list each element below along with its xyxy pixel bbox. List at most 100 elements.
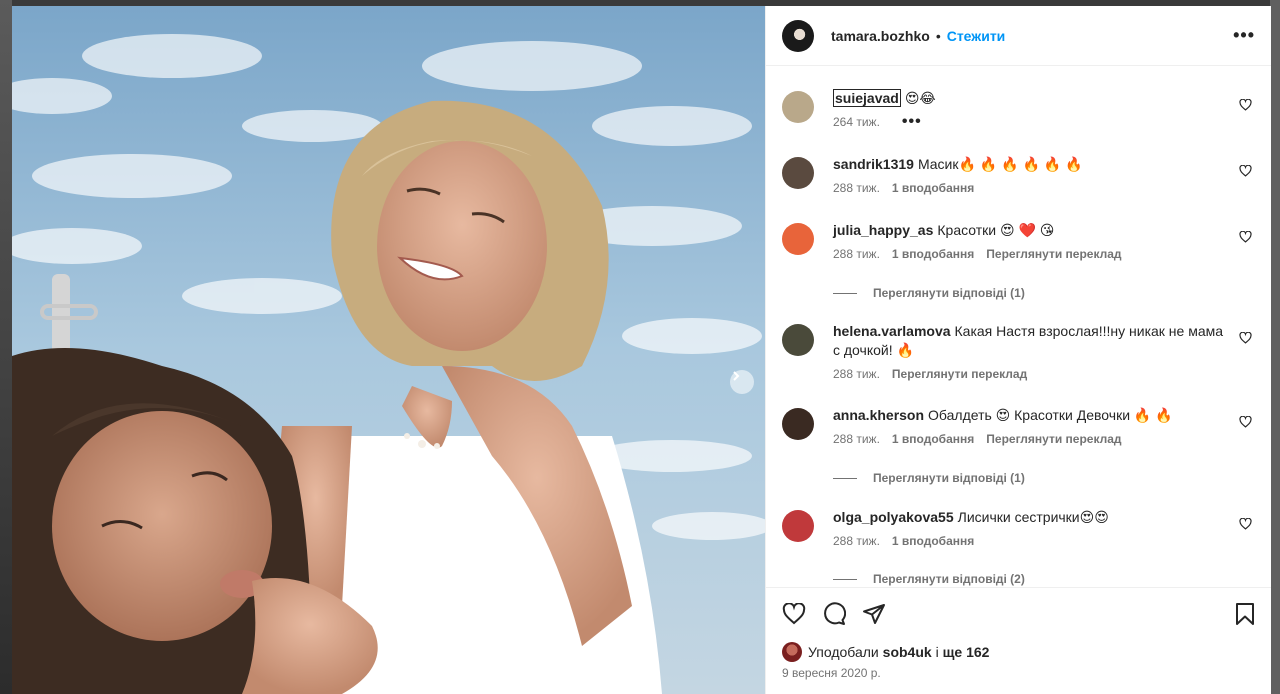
comment-time[interactable]: 288 тиж. xyxy=(833,247,880,261)
comment-text: anna.kherson Обалдеть 😍 Красотки Девочки … xyxy=(833,406,1233,425)
replies-label: Переглянути відповіді (1) xyxy=(873,471,1025,485)
replies-label: Переглянути відповіді (1) xyxy=(873,286,1025,300)
comment-button[interactable] xyxy=(822,602,846,626)
comment-body: anna.kherson Обалдеть 😍 Красотки Девочки … xyxy=(833,406,1233,446)
comments-list: suiejavad 😍😂 264 тиж. ••• sandrik1319 Маси xyxy=(766,66,1271,587)
commenter-avatar[interactable] xyxy=(782,157,814,189)
post-photo xyxy=(12,6,765,694)
comments-panel: tamara.bozhko • Стежити ••• suiejavad 😍😂 … xyxy=(765,6,1271,694)
view-replies-button[interactable]: Переглянути відповіді (2) xyxy=(833,572,1025,586)
comment-item: suiejavad 😍😂 264 тиж. ••• xyxy=(782,89,1256,130)
replies-divider xyxy=(833,477,857,479)
comment-content: Лисички сестрички😍😍 xyxy=(957,509,1109,525)
comment-time[interactable]: 264 тиж. xyxy=(833,115,880,129)
photo-illustration xyxy=(12,6,765,694)
replies-divider xyxy=(833,292,857,294)
save-button[interactable] xyxy=(1235,602,1255,626)
commenter-avatar[interactable] xyxy=(782,324,814,356)
commenter-avatar[interactable] xyxy=(782,510,814,542)
comment-content: Обалдеть 😍 Красотки Девочки 🔥 🔥 xyxy=(928,407,1173,423)
comment-text: helena.varlamova Какая Настя взрослая!!!н… xyxy=(833,322,1233,360)
comment-meta: 264 тиж. ••• xyxy=(833,114,1233,130)
commenter-avatar[interactable] xyxy=(782,223,814,255)
comment-item: anna.kherson Обалдеть 😍 Красотки Девочки … xyxy=(782,406,1256,446)
liker-avatar[interactable] xyxy=(782,642,802,662)
comment-meta: 288 тиж. 1 вподобання xyxy=(833,534,1233,548)
translate-button[interactable]: Переглянути переклад xyxy=(986,432,1121,446)
comment-time[interactable]: 288 тиж. xyxy=(833,432,880,446)
heart-icon[interactable] xyxy=(1239,99,1252,111)
like-button[interactable] xyxy=(782,603,806,625)
backdrop-right-strip xyxy=(1270,0,1280,694)
commenter-username[interactable]: helena.varlamova xyxy=(833,323,951,339)
commenter-username[interactable]: julia_happy_as xyxy=(833,222,933,238)
comment-meta: 288 тиж. 1 вподобання Переглянути перекл… xyxy=(833,247,1233,261)
comment-likes[interactable]: 1 вподобання xyxy=(892,432,974,446)
comment-content: 😍😂 xyxy=(904,90,936,106)
comment-meta: 288 тиж. 1 вподобання xyxy=(833,181,1233,195)
share-button[interactable] xyxy=(862,602,886,626)
commenter-avatar[interactable] xyxy=(782,91,814,123)
chevron-right-icon xyxy=(733,371,740,381)
comment-item: sandrik1319 Масик🔥 🔥 🔥 🔥 🔥 🔥 288 тиж. 1 в… xyxy=(782,155,1256,195)
commenter-avatar[interactable] xyxy=(782,408,814,440)
replies-label: Переглянути відповіді (2) xyxy=(873,572,1025,586)
comment-body: olga_polyakova55 Лисички сестрички😍😍 288 … xyxy=(833,508,1233,548)
heart-icon[interactable] xyxy=(1239,416,1252,428)
comment-meta: 288 тиж. 1 вподобання Переглянути перекл… xyxy=(833,432,1233,446)
comment-body: suiejavad 😍😂 264 тиж. ••• xyxy=(833,89,1233,130)
commenter-username[interactable]: anna.kherson xyxy=(833,407,924,423)
comment-likes[interactable]: 1 вподобання xyxy=(892,247,974,261)
backdrop-left-strip xyxy=(0,0,12,694)
post-modal: tamara.bozhko • Стежити ••• suiejavad 😍😂 … xyxy=(12,6,1271,694)
heart-icon[interactable] xyxy=(1239,332,1252,344)
likes-prefix: Уподобали xyxy=(808,644,879,660)
comment-text: olga_polyakova55 Лисички сестрички😍😍 xyxy=(833,508,1233,527)
commenter-username[interactable]: olga_polyakova55 xyxy=(833,509,954,525)
author-avatar[interactable] xyxy=(782,19,814,52)
heart-icon xyxy=(782,603,806,625)
comment-likes[interactable]: 1 вподобання xyxy=(892,181,974,195)
post-header: tamara.bozhko • Стежити ••• xyxy=(766,6,1271,66)
view-replies-button[interactable]: Переглянути відповіді (1) xyxy=(833,286,1025,300)
translate-button[interactable]: Переглянути переклад xyxy=(986,247,1121,261)
follow-button[interactable]: Стежити xyxy=(947,28,1006,44)
comment-time[interactable]: 288 тиж. xyxy=(833,181,880,195)
comment-more-button[interactable]: ••• xyxy=(902,114,922,130)
comment-meta: 288 тиж. Переглянути переклад xyxy=(833,367,1233,381)
post-date[interactable]: 9 вересня 2020 р. xyxy=(766,664,1271,694)
comment-body: helena.varlamova Какая Настя взрослая!!!н… xyxy=(833,322,1233,381)
commenter-username[interactable]: sandrik1319 xyxy=(833,156,914,172)
translate-button[interactable]: Переглянути переклад xyxy=(892,367,1027,381)
post-actions xyxy=(766,587,1271,640)
comment-text: sandrik1319 Масик🔥 🔥 🔥 🔥 🔥 🔥 xyxy=(833,155,1233,174)
heart-icon[interactable] xyxy=(1239,518,1252,530)
liker-username[interactable]: sob4uk xyxy=(883,644,932,660)
bookmark-icon xyxy=(1236,603,1254,625)
likes-summary: Уподобали sob4uk і ще 162 xyxy=(766,640,1271,664)
comment-content: Масик🔥 🔥 🔥 🔥 🔥 🔥 xyxy=(917,156,1083,172)
comment-time[interactable]: 288 тиж. xyxy=(833,367,880,381)
heart-icon[interactable] xyxy=(1239,165,1252,177)
comment-bubble-icon xyxy=(824,602,846,625)
comment-content: Красотки 😍 ❤️ 😘 xyxy=(937,222,1055,238)
commenter-username[interactable]: suiejavad xyxy=(833,89,901,107)
paper-plane-icon xyxy=(863,604,885,624)
heart-icon[interactable] xyxy=(1239,231,1252,243)
header-separator: • xyxy=(935,27,941,44)
likes-connector: і xyxy=(935,644,939,660)
view-replies-button[interactable]: Переглянути відповіді (1) xyxy=(833,471,1025,485)
comment-text: suiejavad 😍😂 xyxy=(833,89,1233,108)
comment-time[interactable]: 288 тиж. xyxy=(833,534,880,548)
comment-item: julia_happy_as Красотки 😍 ❤️ 😘 288 тиж. 1… xyxy=(782,221,1256,261)
comment-item: olga_polyakova55 Лисички сестрички😍😍 288 … xyxy=(782,508,1256,548)
comment-item: helena.varlamova Какая Настя взрослая!!!н… xyxy=(782,322,1256,381)
more-options-button[interactable]: ••• xyxy=(1233,25,1255,46)
author-username[interactable]: tamara.bozhko xyxy=(831,28,930,44)
replies-divider xyxy=(833,578,857,580)
next-photo-button[interactable] xyxy=(730,370,754,394)
comment-likes[interactable]: 1 вподобання xyxy=(892,534,974,548)
comment-text: julia_happy_as Красотки 😍 ❤️ 😘 xyxy=(833,221,1233,240)
likes-count[interactable]: ще 162 xyxy=(943,644,990,660)
comment-body: sandrik1319 Масик🔥 🔥 🔥 🔥 🔥 🔥 288 тиж. 1 в… xyxy=(833,155,1233,195)
